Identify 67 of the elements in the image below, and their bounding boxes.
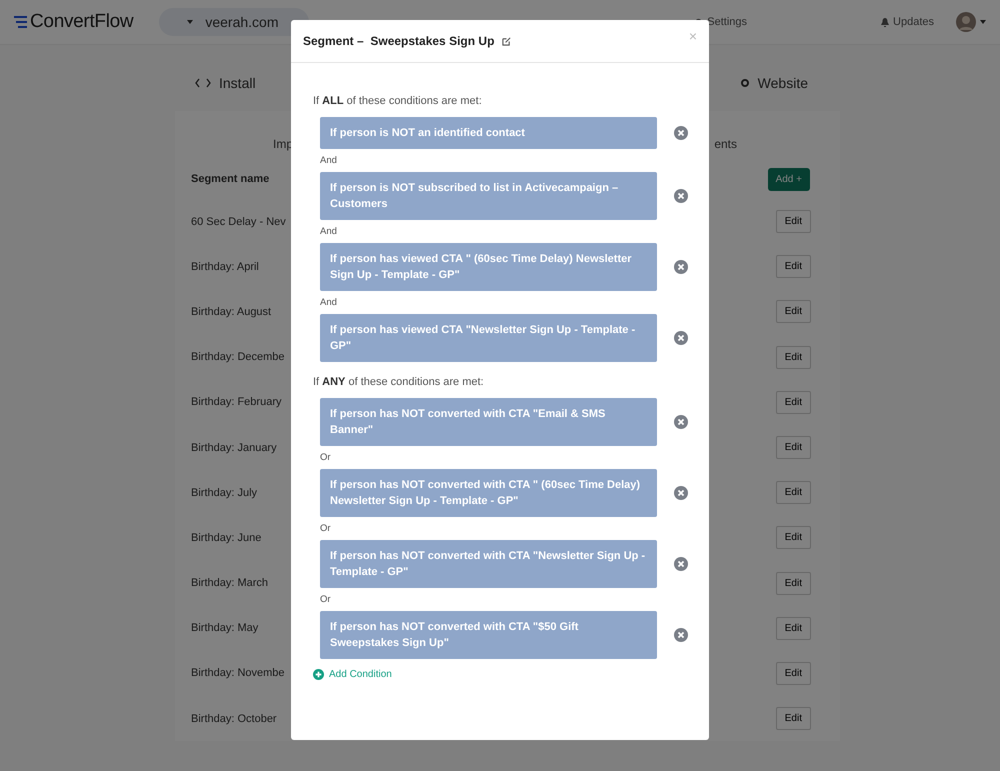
site-selector[interactable]: veerah.com [159, 8, 308, 36]
group-heading: If ANY of these conditions are met: [313, 376, 485, 388]
condition-bar[interactable]: If person has NOT converted with CTA " (60sec Time Delay) Newsletter Sign Up - Template - GP" [320, 469, 657, 517]
caret-icon[interactable] [980, 20, 986, 24]
add-button[interactable]: Add + [768, 168, 810, 190]
updates-link[interactable]: Updates [881, 16, 934, 28]
remove-icon[interactable] [674, 331, 688, 345]
condition-bar[interactable]: If person has viewed CTA "Newsletter Sign Up - Template - GP" [320, 314, 657, 362]
connector-label: Or [320, 452, 331, 463]
code-icon [195, 78, 211, 88]
condition-bar[interactable]: If person has NOT converted with CTA "Newsletter Sign Up - Template - GP" [320, 540, 657, 588]
edit-button[interactable]: Edit [776, 572, 811, 595]
segment-name: Birthday: Novembe [191, 667, 285, 680]
remove-icon[interactable] [674, 557, 688, 571]
gear-icon [740, 78, 750, 88]
logo-icon [14, 16, 28, 28]
connector-label: And [320, 155, 337, 166]
segment-name: Birthday: Decembe [191, 351, 285, 364]
segment-name: Birthday: June [191, 532, 262, 544]
install-link[interactable]: Install [195, 75, 256, 91]
segment-name: Birthday: March [191, 577, 268, 590]
group-heading: If ALL of these conditions are met: [313, 95, 483, 107]
edit-button[interactable]: Edit [776, 481, 811, 504]
condition-bar[interactable]: If person is NOT subscribed to list in Activecampaign – Customers [320, 172, 657, 220]
caret-icon [187, 20, 194, 24]
connector-label: Or [320, 523, 331, 534]
segment-name: Birthday: October [191, 712, 277, 725]
edit-button[interactable]: Edit [776, 390, 811, 414]
remove-icon[interactable] [674, 260, 688, 274]
segment-name: Birthday: May [191, 622, 258, 634]
edit-button[interactable]: Edit [776, 300, 811, 324]
connector-label: And [320, 226, 337, 237]
edit-button[interactable]: Edit [776, 616, 811, 640]
remove-icon[interactable] [674, 189, 688, 203]
remove-icon[interactable] [674, 126, 688, 140]
segment-name: Birthday: July [191, 486, 258, 499]
connector-label: Or [320, 594, 331, 605]
website-link[interactable]: Website [740, 75, 808, 91]
edit-button[interactable]: Edit [776, 436, 811, 460]
remove-icon[interactable] [674, 486, 688, 500]
column-header: Segment name [191, 173, 270, 185]
remove-icon[interactable] [674, 628, 688, 642]
plus-icon [313, 669, 324, 680]
connector-label: And [320, 297, 337, 308]
condition-bar[interactable]: If person has viewed CTA " (60sec Time Delay) Newsletter Sign Up - Template - GP" [320, 243, 657, 291]
segment-name: Birthday: April [191, 260, 259, 273]
add-condition-link[interactable]: Add Condition [313, 669, 709, 680]
dialog-title: Segment – Sweepstakes Sign Up [303, 34, 494, 48]
condition-bar[interactable]: If person has NOT converted with CTA "$50 Gift Sweepstakes Sign Up" [320, 611, 657, 659]
bell-icon [881, 18, 890, 26]
edit-button[interactable]: Edit [776, 255, 811, 278]
tab-label[interactable]: ents [714, 137, 737, 151]
logo-text[interactable]: ConvertFlow [30, 11, 134, 33]
segment-name: 60 Sec Delay - Nev [191, 216, 286, 228]
edit-button[interactable]: Edit [776, 707, 811, 730]
remove-icon[interactable] [674, 415, 688, 429]
condition-bar[interactable]: If person has NOT converted with CTA "Email & SMS Banner" [320, 398, 657, 446]
edit-button[interactable]: Edit [776, 662, 811, 685]
edit-icon[interactable] [502, 36, 512, 46]
condition-bar[interactable]: If person is NOT an identified contact [320, 117, 657, 149]
avatar-icon[interactable] [956, 12, 976, 32]
segment-name: Birthday: February [191, 396, 282, 408]
edit-button[interactable]: Edit [776, 346, 811, 369]
edit-button[interactable]: Edit [776, 526, 811, 550]
segment-name: Birthday: August [191, 306, 272, 318]
segment-name: Birthday: January [191, 442, 277, 454]
edit-button[interactable]: Edit [776, 210, 811, 234]
